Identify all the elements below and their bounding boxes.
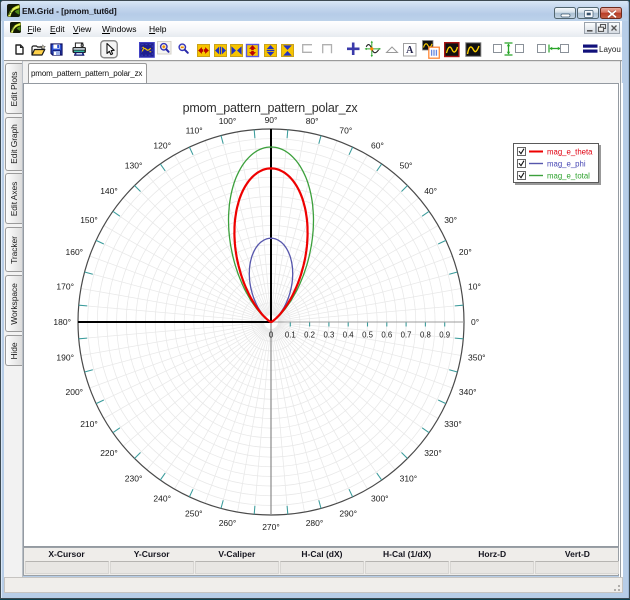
svg-text:0.4: 0.4 — [343, 331, 355, 340]
svg-text:0: 0 — [269, 331, 274, 340]
svg-text:0.6: 0.6 — [381, 331, 392, 340]
svg-text:mag_e_total: mag_e_total — [547, 171, 590, 180]
svg-text:320°: 320° — [424, 448, 442, 458]
svg-text:170°: 170° — [56, 282, 74, 292]
svg-text:110°: 110° — [186, 125, 203, 135]
svg-text:310°: 310° — [400, 473, 418, 483]
svg-text:90°: 90° — [265, 115, 278, 125]
svg-text:290°: 290° — [339, 509, 357, 519]
svg-text:mag_e_theta: mag_e_theta — [547, 147, 593, 156]
svg-text:10°: 10° — [468, 282, 481, 292]
svg-text:mag_e_phi: mag_e_phi — [547, 159, 586, 168]
svg-text:190°: 190° — [56, 352, 74, 362]
svg-text:50°: 50° — [400, 161, 413, 171]
svg-text:200°: 200° — [66, 387, 84, 397]
svg-text:0.9: 0.9 — [439, 331, 450, 340]
svg-text:0.2: 0.2 — [304, 331, 315, 340]
svg-text:0.3: 0.3 — [323, 331, 334, 340]
svg-text:270°: 270° — [262, 522, 280, 532]
svg-text:0.1: 0.1 — [285, 331, 296, 340]
svg-text:250°: 250° — [185, 509, 203, 519]
svg-text:0.5: 0.5 — [362, 331, 374, 340]
svg-text:120°: 120° — [153, 140, 171, 150]
svg-text:20°: 20° — [459, 247, 472, 257]
svg-text:350°: 350° — [468, 352, 486, 362]
svg-text:0°: 0° — [471, 317, 479, 327]
svg-text:260°: 260° — [219, 518, 237, 528]
svg-text:340°: 340° — [459, 387, 477, 397]
svg-text:220°: 220° — [100, 448, 118, 458]
svg-text:0.8: 0.8 — [420, 331, 431, 340]
svg-text:210°: 210° — [80, 419, 98, 429]
svg-text:230°: 230° — [125, 473, 143, 483]
svg-text:130°: 130° — [125, 161, 143, 171]
svg-text:40°: 40° — [424, 186, 437, 196]
svg-text:60°: 60° — [371, 140, 384, 150]
svg-text:80°: 80° — [306, 116, 319, 126]
svg-text:30°: 30° — [444, 215, 457, 225]
svg-text:330°: 330° — [444, 419, 462, 429]
svg-text:100°: 100° — [219, 116, 237, 126]
svg-text:160°: 160° — [66, 247, 84, 257]
svg-text:280°: 280° — [306, 518, 324, 528]
svg-text:0.7: 0.7 — [401, 331, 412, 340]
svg-text:70°: 70° — [339, 125, 352, 135]
svg-text:180°: 180° — [53, 317, 71, 327]
svg-text:140°: 140° — [100, 186, 118, 196]
svg-text:300°: 300° — [371, 494, 389, 504]
svg-text:240°: 240° — [153, 494, 171, 504]
svg-text:150°: 150° — [80, 215, 98, 225]
